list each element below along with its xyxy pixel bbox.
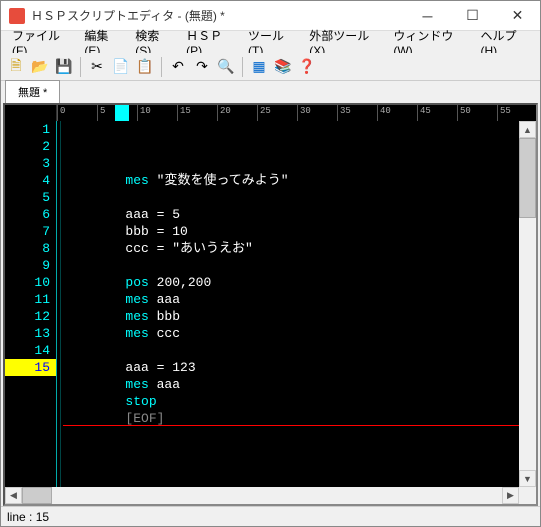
horizontal-scrollbar[interactable]: ◀ ▶ <box>5 487 536 504</box>
open-file-icon[interactable]: 📂 <box>29 56 51 78</box>
line-number: 7 <box>5 223 56 240</box>
code-line[interactable]: aaa = 5 <box>63 206 519 223</box>
vscroll-thumb[interactable] <box>519 138 536 218</box>
code-line[interactable]: aaa = 123 <box>63 359 519 376</box>
cut-icon[interactable]: ✂ <box>86 56 108 78</box>
line-number: 2 <box>5 138 56 155</box>
ruler-tick: 15 <box>177 105 193 121</box>
code-line[interactable]: mes aaa <box>63 291 519 308</box>
tabbar: 無題 * <box>1 81 540 103</box>
paste-icon[interactable]: 📋 <box>134 56 156 78</box>
ruler-tick: 5 <box>97 105 107 121</box>
line-number: 1 <box>5 121 56 138</box>
code-line[interactable]: mes "変数を使ってみよう" <box>63 172 519 189</box>
undo-icon[interactable]: ↶ <box>167 56 189 78</box>
line-number: 6 <box>5 206 56 223</box>
search-icon[interactable]: 🔍 <box>215 56 237 78</box>
line-number: 9 <box>5 257 56 274</box>
code-line[interactable] <box>63 189 519 206</box>
tab-untitled[interactable]: 無題 * <box>5 80 60 103</box>
line-number: 12 <box>5 308 56 325</box>
line-number: 10 <box>5 274 56 291</box>
ruler: 0 5 10 15 20 25 30 35 40 45 50 55 <box>5 105 536 121</box>
line-number: 4 <box>5 172 56 189</box>
new-file-icon[interactable]: 🗎 <box>5 56 27 78</box>
code-line[interactable]: mes aaa <box>63 376 519 393</box>
save-file-icon[interactable]: 💾 <box>53 56 75 78</box>
window-title: ＨＳＰスクリプトエディタ - (無題) * <box>31 7 405 24</box>
code-line[interactable]: bbb = 10 <box>63 223 519 240</box>
redo-icon[interactable]: ↷ <box>191 56 213 78</box>
app-icon <box>9 8 25 24</box>
code-line[interactable]: mes ccc <box>63 325 519 342</box>
ruler-tick: 55 <box>497 105 513 121</box>
line-number: 8 <box>5 240 56 257</box>
ruler-tick: 20 <box>217 105 233 121</box>
line-number: 15 <box>5 359 56 376</box>
menubar: ファイル(F) 編集(E) 検索(S) ＨＳＰ(P) ツール(T) 外部ツール(… <box>1 31 540 53</box>
code-line[interactable]: stop <box>63 393 519 410</box>
ruler-cursor-mark <box>115 105 129 121</box>
line-number: 13 <box>5 325 56 342</box>
ruler-tick: 25 <box>257 105 273 121</box>
editor-body[interactable]: 123456789101112131415 mes "変数を使ってみよう" aa… <box>5 121 536 487</box>
code-line[interactable]: mes bbb <box>63 308 519 325</box>
editor-frame: 0510152025303540455055 12345678910111213… <box>3 103 538 506</box>
code-line[interactable]: [EOF] <box>63 410 519 426</box>
ruler-tick: 50 <box>457 105 473 121</box>
ruler-tick: 40 <box>377 105 393 121</box>
vertical-scrollbar[interactable]: ▲ ▼ <box>519 121 536 487</box>
ruler-tick: 35 <box>337 105 353 121</box>
code-line[interactable]: ccc = "あいうえお" <box>63 240 519 257</box>
run-icon[interactable]: ▦ <box>248 56 270 78</box>
status-line-label: line : <box>7 510 32 524</box>
toolbar: 🗎 📂 💾 ✂ 📄 📋 ↶ ↷ 🔍 ▦ 📚 ❓ <box>1 53 540 81</box>
hscroll-thumb[interactable] <box>22 487 52 504</box>
code-line[interactable] <box>63 257 519 274</box>
line-number: 5 <box>5 189 56 206</box>
line-number: 14 <box>5 342 56 359</box>
compile-icon[interactable]: 📚 <box>272 56 294 78</box>
line-number: 3 <box>5 155 56 172</box>
scroll-right-icon[interactable]: ▶ <box>502 487 519 504</box>
line-number-gutter: 123456789101112131415 <box>5 121 57 487</box>
scroll-up-icon[interactable]: ▲ <box>519 121 536 138</box>
code-line[interactable]: pos 200,200 <box>63 274 519 291</box>
scroll-left-icon[interactable]: ◀ <box>5 487 22 504</box>
help-icon[interactable]: ❓ <box>296 56 318 78</box>
status-line-number: 15 <box>36 510 49 524</box>
copy-icon[interactable]: 📄 <box>110 56 132 78</box>
ruler-tick: 10 <box>137 105 153 121</box>
code-line[interactable] <box>63 342 519 359</box>
line-number: 11 <box>5 291 56 308</box>
ruler-tick: 0 <box>57 105 67 121</box>
ruler-tick: 45 <box>417 105 433 121</box>
ruler-tick: 30 <box>297 105 313 121</box>
statusbar: line : 15 <box>1 506 540 526</box>
scroll-down-icon[interactable]: ▼ <box>519 470 536 487</box>
code-area[interactable]: mes "変数を使ってみよう" aaa = 5 bbb = 10 ccc = "… <box>57 121 519 487</box>
